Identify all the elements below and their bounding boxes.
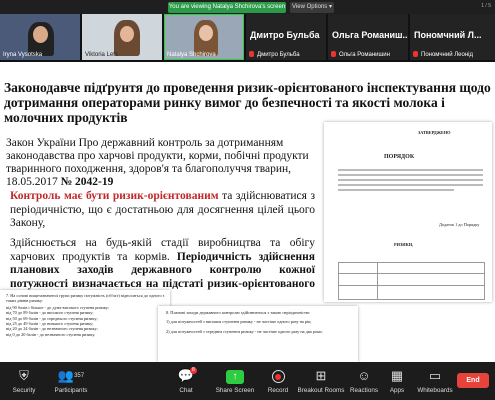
risk-paragraph: Контроль має бути ризик-орієнтованим та … (10, 190, 315, 231)
doc-line: 1) для потужностей з високим ступенем ри… (166, 319, 312, 325)
people-icon: 👥357 (57, 368, 85, 383)
doc-order: ПОРЯДОК (384, 154, 415, 160)
breakout-rooms-icon: ⊞ (315, 368, 327, 383)
record-icon (271, 370, 285, 384)
participant-name: Пономчний Леонід (421, 52, 473, 58)
breakout-rooms-button[interactable]: ⊞ Breakout Rooms (296, 365, 346, 394)
record-button[interactable]: Record (258, 365, 298, 394)
participant-tile[interactable]: Пономчний Л... Пономчний Леонід (410, 14, 495, 60)
share-screen-icon: ↑ (226, 369, 244, 384)
participants-button[interactable]: 👥357 Participants (44, 365, 98, 394)
whiteboards-button[interactable]: ▭ Whiteboards (410, 365, 460, 394)
doc-line: від 0 до 20 балів - до незначного ступен… (6, 331, 96, 337)
end-meeting-button[interactable]: End (457, 373, 489, 388)
reactions-button[interactable]: ☺ Reactions (344, 365, 384, 394)
muted-mic-icon (331, 51, 336, 57)
participant-name: Natalya Shchirova (167, 52, 216, 58)
view-options-button[interactable]: View Options ▾ (290, 2, 334, 13)
doc-line: 8. Планові заходи державного контролю зд… (166, 310, 311, 315)
participant-name: Ольга Романишин (339, 52, 390, 58)
regulation-document-left: 7. На основі вищезазначеної групи ризику… (0, 290, 170, 362)
regulation-document-middle: 8. Планові заходи державного контролю зд… (158, 306, 358, 362)
participant-face (199, 25, 213, 41)
chat-button[interactable]: 💬 8 Chat (166, 365, 206, 394)
page-indicator: 1 / 5 (481, 3, 491, 9)
participant-name: Дмитро Бульба (257, 52, 300, 58)
chat-icon: 💬 (177, 368, 195, 383)
participant-display-name: Дмитро Бульба (250, 30, 320, 40)
active-speaker-tile[interactable]: Natalya Shchirova (164, 14, 244, 60)
participant-name: Iryna Vysotska (3, 52, 43, 58)
regulation-document-right: ЗАТВЕРДЖЕНО ПОРЯДОК Додаток 1 до Порядку… (324, 122, 492, 302)
participant-display-name: Пономчний Л... (414, 30, 482, 40)
participant-tile[interactable]: Дмитро Бульба Дмитро Бульба (246, 14, 326, 60)
screen-share-notice: You are viewing Natalya Shchirova's scre… (168, 2, 286, 13)
share-screen-button[interactable]: ↑ Share Screen (212, 365, 258, 394)
doc-line: 7. На основі вищезазначеної групи ризику… (6, 293, 165, 304)
doc-risks: РИЗИКИ, (394, 242, 414, 247)
shared-screen: Законодавче підґрунтя до проведення ризи… (0, 62, 495, 362)
participant-tile[interactable]: Viktoria Lets (82, 14, 162, 60)
risk-highlight: Контроль має бути ризик-орієнтованим (10, 190, 219, 202)
doc-approved: ЗАТВЕРДЖЕНО (418, 130, 451, 135)
doc-annex: Додаток 1 до Порядку (439, 222, 480, 227)
doc-line: 2) для потужностей з середнім ступенем р… (166, 328, 323, 334)
participant-face (120, 26, 134, 42)
apps-button[interactable]: ▦ Apps (380, 365, 414, 394)
smiley-icon: ☺ (357, 368, 371, 383)
meeting-toolbar: ⛨ Security 👥357 Participants 💬 8 Chat ↑ … (0, 362, 495, 400)
participant-name: Viktoria Lets (85, 52, 118, 58)
participant-face (33, 26, 48, 43)
doc-table (338, 262, 485, 300)
security-button[interactable]: ⛨ Security (4, 365, 44, 394)
law-number: № 2042-19 (60, 176, 114, 188)
slide-title: Законодавче підґрунтя до проведення ризи… (4, 80, 491, 125)
shield-icon: ⛨ (19, 368, 29, 383)
apps-icon: ▦ (390, 368, 404, 383)
participant-tile[interactable]: Ольга Романиш... Ольга Романишин (328, 14, 408, 60)
participant-strip: Iryna Vysotska Viktoria Lets Natalya Shc… (0, 14, 495, 62)
doc-text-lines (338, 166, 483, 194)
participant-display-name: Ольга Романиш... (332, 30, 408, 40)
top-bar: You are viewing Natalya Shchirova's scre… (0, 0, 495, 14)
chat-badge: 8 (190, 367, 197, 374)
law-reference: Закон України Про державний контроль за … (6, 137, 316, 189)
participant-tile[interactable]: Iryna Vysotska (0, 14, 80, 60)
muted-mic-icon (413, 51, 418, 57)
law-intro: Закон України Про державний контроль за … (6, 137, 309, 188)
muted-mic-icon (249, 51, 254, 57)
whiteboard-icon: ▭ (428, 368, 442, 383)
